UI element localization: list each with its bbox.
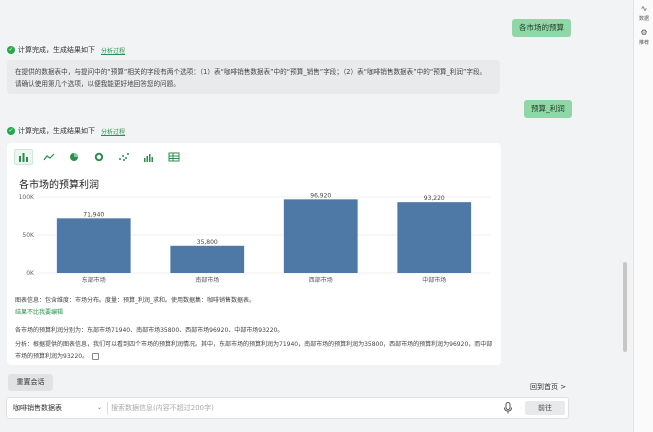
pie-chart-icon[interactable] [64,149,83,165]
scrollbar-thumb[interactable] [623,262,627,352]
x-tick-label: 中部市场 [422,276,446,284]
chart-info: 图表信息：包含维度：市场分布。度量：预算_利润_求和。使用数据集：咖啡销售数据表… [15,297,256,304]
rail-item-data[interactable]: ∿ 数据 [634,4,653,22]
data-label: 93,220 [424,195,445,202]
chart-title: 各市场的预算利润 [19,180,99,191]
y-tick-label: 100K [19,194,35,201]
chart-card: 各市场的预算利润 0K 50K 100K 71,940 东部市场 35,800 南部市场 96… [7,143,501,365]
bar [56,218,131,273]
gear-icon: ⚙ [640,28,648,37]
bar-chart-icon[interactable] [14,149,33,165]
go-button[interactable]: 前往 [525,401,565,415]
clarify-message: 在提供的数据表中，与提问中的“预算”相关的字段有两个选项：（1）表“咖啡销售数据… [7,60,500,94]
chevron-down-icon[interactable]: ⌄ [97,404,102,411]
user-message-2: 预算_利润 [524,100,572,118]
rail-item-label: 数据 [638,16,649,22]
chat-main: 各市场的预算 ✓ 计算完成，生成结果如下 分析过程 在提供的数据表中，与提问中的… [0,0,633,432]
data-label: 71,940 [83,211,104,218]
check-icon: ✓ [7,127,15,135]
chart-type-toolbar [14,149,183,165]
analysis-body: 分析：根据提供的图表信息，我们可以看到四个市场的预算利润情况。其中，东部市场的预… [15,341,493,360]
line-chart-icon[interactable] [39,149,58,165]
x-tick-label: 东部市场 [82,276,106,284]
bar-chart: 0K 50K 100K 71,940 东部市场 35,800 南部市场 96,920 西部市场 9… [19,192,491,284]
donut-chart-icon[interactable] [89,149,108,165]
microphone-icon[interactable] [503,402,513,414]
bar [170,245,245,273]
query-input[interactable] [111,400,501,416]
reset-session-button[interactable]: 重置会话 [8,374,53,391]
dataset-select[interactable]: 咖啡销售数据表 [13,398,62,418]
check-icon: ✓ [7,46,15,54]
y-tick-label: 0K [26,270,35,277]
x-tick-label: 南部市场 [195,276,219,284]
analysis-link[interactable]: 分析过程 [101,127,125,136]
rail-item-label: 推荐 [638,40,649,46]
status-line-2: ✓ 计算完成，生成结果如下 分析过程 [7,125,125,137]
pulse-icon: ∿ [640,4,648,13]
analysis-text: 分析：根据提供的图表信息，我们可以看到四个市场的预算利润情况。其中，东部市场的预… [15,339,495,363]
area-chart-icon[interactable] [139,149,158,165]
back-home-link[interactable]: 回到首页 > [530,382,566,392]
divider [107,402,108,414]
status-text: 计算完成，生成结果如下 [18,127,95,135]
data-label: 96,920 [310,192,331,199]
analysis-link[interactable]: 分析过程 [101,46,125,55]
scatter-chart-icon[interactable] [114,149,133,165]
bar [283,199,358,273]
data-label: 35,800 [197,239,218,246]
x-tick-label: 西部市场 [309,276,333,284]
summary-text: 各市场的预算利润分别为：东部市场71940、南部市场35800、西部市场9692… [15,327,284,334]
rail-item-recommend[interactable]: ⚙ 推荐 [634,28,653,46]
table-icon[interactable] [164,149,183,165]
feedback-link[interactable]: 结果不比我要编辑 [15,307,63,316]
y-tick-label: 50K [22,232,35,239]
query-bar: 咖啡销售数据表 ⌄ 前往 [6,397,569,419]
user-message-1: 各市场的预算 [512,19,571,37]
status-line-1: ✓ 计算完成，生成结果如下 分析过程 [7,44,125,56]
status-text: 计算完成，生成结果如下 [18,46,95,54]
bar [397,202,472,273]
right-rail: ∿ 数据 ⚙ 推荐 [633,0,653,432]
copy-icon[interactable] [92,353,100,360]
